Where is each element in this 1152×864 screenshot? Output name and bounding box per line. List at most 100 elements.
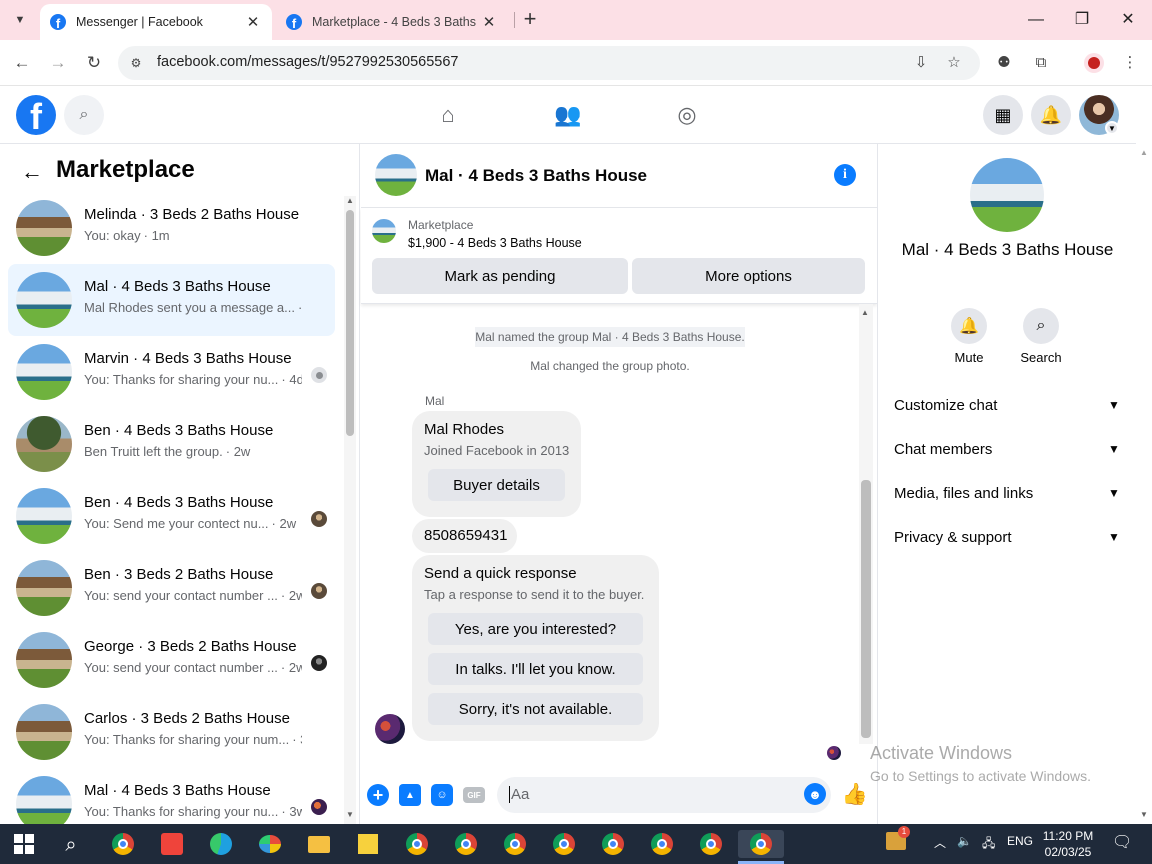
chrome-profile-icon[interactable] <box>696 830 726 858</box>
tab-messenger[interactable]: f Messenger | Facebook ✕ <box>40 4 272 40</box>
notifications-bell-icon[interactable]: 🔔 <box>1031 95 1071 135</box>
gif-icon[interactable]: GIF <box>463 787 485 803</box>
quick-response-option[interactable]: Yes, are you interested? <box>428 613 643 645</box>
edge-icon[interactable] <box>206 830 236 858</box>
facebook-search-icon[interactable]: ⌕ <box>64 95 104 135</box>
taskbar-search-icon[interactable]: ⌕ <box>58 832 84 858</box>
activate-windows-title: Activate Windows <box>870 743 1013 763</box>
chat-thumbnail[interactable] <box>375 154 417 196</box>
scroll-up-icon[interactable]: ▲ <box>346 196 354 205</box>
conversation-item[interactable]: George · 3 Beds 2 Baths House You: send y… <box>8 624 335 696</box>
chrome-profile-icon[interactable] <box>451 830 481 858</box>
chrome-profile-icon[interactable] <box>500 830 530 858</box>
conversation-item[interactable]: Melinda · 3 Beds 2 Baths House You: okay ·… <box>8 192 335 264</box>
tab-marketplace[interactable]: f Marketplace - 4 Beds 3 Baths H ✕ <box>276 4 508 40</box>
group-photo[interactable] <box>970 158 1044 232</box>
thumbs-up-like-icon[interactable]: 👍 <box>842 782 868 808</box>
message-input[interactable]: Aa <box>497 777 831 813</box>
conversation-item[interactable]: Ben · 4 Beds 3 Baths House Ben Truitt lef… <box>8 408 335 480</box>
listing-thumbnail[interactable] <box>372 219 396 243</box>
volume-icon[interactable]: 🔈 <box>957 834 972 848</box>
tab-close-icon[interactable]: ✕ <box>480 13 498 31</box>
media-files-links-row[interactable]: Media, files and links ▼ <box>894 475 1122 511</box>
show-hidden-icons-icon[interactable]: ︿ <box>934 834 946 851</box>
page-scrollbar-track[interactable] <box>1136 144 1152 824</box>
extension-robot-icon[interactable]: ⚉ <box>993 52 1015 74</box>
sticky-notes-icon[interactable] <box>353 830 383 858</box>
listing-price-title[interactable]: $1,900 - 4 Beds 3 Baths House <box>408 236 582 250</box>
info-icon[interactable]: i <box>834 164 856 186</box>
tray-app-icon[interactable]: 1 <box>886 826 910 850</box>
conversation-name: Ben · 4 Beds 3 Baths House <box>84 422 274 439</box>
sticker-icon[interactable]: ☺ <box>431 784 453 806</box>
conversation-item[interactable]: Ben · 3 Beds 2 Baths House You: send your… <box>8 552 335 624</box>
new-tab-button[interactable]: + <box>518 8 542 32</box>
privacy-support-row[interactable]: Privacy & support ▼ <box>894 519 1122 555</box>
chrome-profile-icon[interactable] <box>549 830 579 858</box>
more-actions-plus-icon[interactable]: + <box>367 784 389 806</box>
address-bar[interactable]: ⚙ facebook.com/messages/t/95279925305655… <box>118 46 980 80</box>
conversation-item[interactable]: Carlos · 3 Beds 2 Baths House You: Thanks… <box>8 696 335 768</box>
customize-chat-row[interactable]: Customize chat ▼ <box>894 387 1122 423</box>
file-explorer-icon[interactable] <box>304 830 334 858</box>
sender-avatar[interactable] <box>375 714 405 744</box>
scroll-down-icon[interactable]: ▼ <box>1140 810 1148 819</box>
friends-icon[interactable]: 👥 <box>553 100 583 130</box>
chevron-down-icon[interactable]: ▼ <box>1105 121 1119 135</box>
install-app-icon[interactable]: ⇩ <box>911 53 931 73</box>
tab-search-button[interactable]: ▼ <box>6 6 34 34</box>
scroll-up-icon[interactable]: ▲ <box>1140 148 1148 157</box>
search-in-chat-button[interactable]: ⌕ Search <box>1013 308 1069 365</box>
scrollbar-thumb[interactable] <box>346 210 354 436</box>
photo-attach-icon[interactable]: ▲ <box>399 784 421 806</box>
mute-button[interactable]: 🔔 Mute <box>941 308 997 365</box>
emoji-icon[interactable]: ☻ <box>804 783 826 805</box>
conversation-item[interactable]: Mal · 4 Beds 3 Baths House You: Thanks fo… <box>8 768 335 824</box>
home-icon[interactable]: ⌂ <box>433 100 463 130</box>
back-button[interactable]: ← <box>9 50 35 76</box>
tab-close-icon[interactable]: ✕ <box>244 13 262 31</box>
chrome-profile-icon[interactable] <box>647 830 677 858</box>
windows-start-icon[interactable] <box>14 834 34 854</box>
site-info-icon[interactable]: ⚙ <box>126 53 146 73</box>
conversation-list-panel: ← Marketplace Melinda · 3 Beds 2 Baths H… <box>0 144 360 824</box>
scrollbar-thumb[interactable] <box>861 480 871 738</box>
close-window-button[interactable]: ✕ <box>1116 8 1140 32</box>
browser-menu-icon[interactable]: ⋮ <box>1119 52 1141 74</box>
bookmark-star-icon[interactable]: ☆ <box>944 53 964 73</box>
restore-button[interactable]: ❐ <box>1070 8 1094 32</box>
menu-grid-icon[interactable]: ▦ <box>983 95 1023 135</box>
minimize-button[interactable]: — <box>1024 8 1048 32</box>
paint-icon[interactable] <box>255 830 285 858</box>
conversation-item[interactable]: Mal · 4 Beds 3 Baths House Mal Rhodes sen… <box>8 264 335 336</box>
phone-bubble[interactable]: 8508659431 <box>412 519 517 553</box>
network-icon[interactable]: 🖧 <box>982 834 995 855</box>
mark-as-pending-button[interactable]: Mark as pending <box>372 258 628 294</box>
groups-icon[interactable]: ◎ <box>672 100 702 130</box>
anydesk-icon[interactable] <box>157 830 187 858</box>
chrome-icon[interactable] <box>108 830 138 858</box>
chrome-profile-icon[interactable] <box>402 830 432 858</box>
conversation-item[interactable]: Ben · 4 Beds 3 Baths House You: Send me y… <box>8 480 335 552</box>
facebook-logo-icon[interactable]: f <box>16 95 56 135</box>
quick-response-option[interactable]: Sorry, it's not available. <box>428 693 643 725</box>
taskbar-clock[interactable]: 11:20 PM 02/03/25 <box>1040 828 1096 860</box>
reload-button[interactable]: ↻ <box>81 50 107 76</box>
quick-response-option[interactable]: In talks. I'll let you know. <box>428 653 643 685</box>
conversation-item[interactable]: Marvin · 4 Beds 3 Baths House You: Thanks… <box>8 336 335 408</box>
back-arrow-icon[interactable]: ← <box>18 158 46 186</box>
chrome-active-icon[interactable] <box>738 830 784 858</box>
extensions-puzzle-icon[interactable]: ⧉ <box>1030 52 1052 74</box>
scroll-down-icon[interactable]: ▼ <box>346 810 354 819</box>
chrome-profile-icon[interactable] <box>598 830 628 858</box>
browser-profile-avatar[interactable] <box>1084 53 1104 73</box>
snippet-text: You: Thanks for sharing your nu... <box>84 372 279 387</box>
more-options-button[interactable]: More options <box>632 258 865 294</box>
scroll-up-icon[interactable]: ▲ <box>861 308 869 317</box>
forward-button[interactable]: → <box>45 50 71 76</box>
chat-title[interactable]: Mal · 4 Beds 3 Baths House <box>425 166 647 186</box>
notification-center-icon[interactable]: 🗨 <box>1112 832 1132 852</box>
chat-members-row[interactable]: Chat members ▼ <box>894 431 1122 467</box>
buyer-details-button[interactable]: Buyer details <box>428 469 565 501</box>
language-indicator[interactable]: ENG <box>1007 834 1033 848</box>
